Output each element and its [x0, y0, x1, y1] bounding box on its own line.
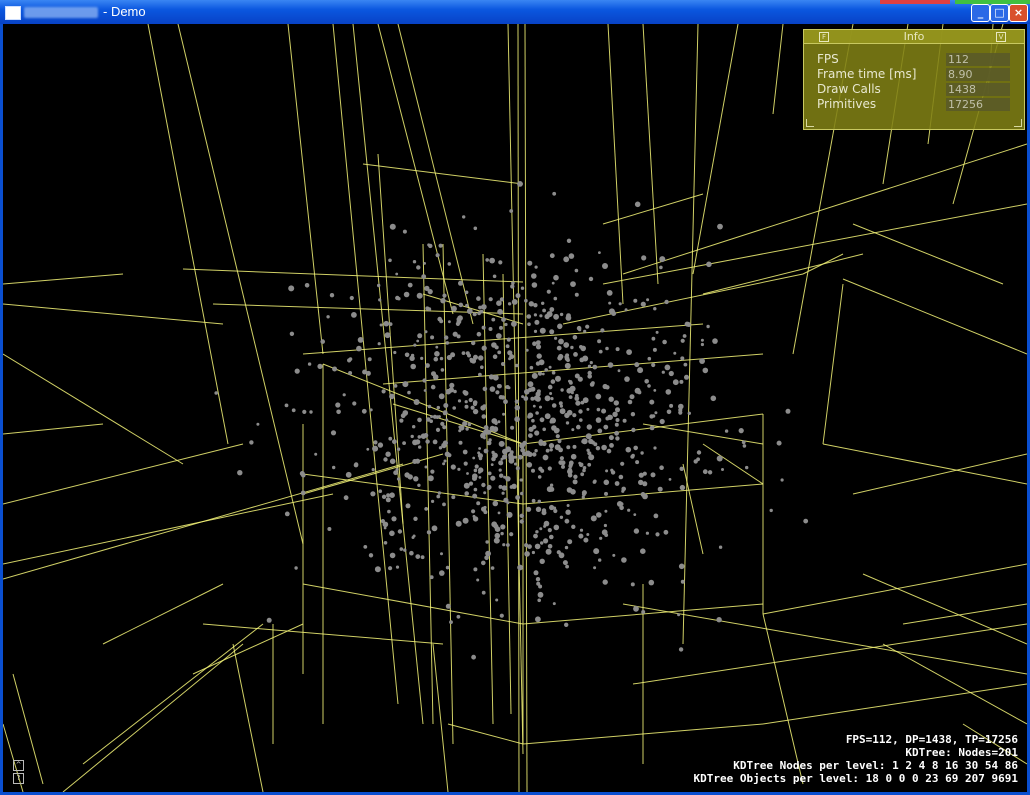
info-row-frame-time: Frame time [ms] 8.90: [817, 67, 1017, 82]
info-label: Frame time [ms]: [817, 67, 917, 81]
info-panel[interactable]: F Info V FPS 112 Frame time [ms] 8.90 Dr…: [803, 29, 1025, 130]
info-label: Primitives: [817, 97, 877, 111]
scroll-up-icon[interactable]: ^: [13, 760, 24, 771]
decorative-strip-red: [880, 0, 950, 4]
info-label: Draw Calls: [817, 82, 881, 96]
window-title: - Demo: [103, 4, 146, 19]
title-bar[interactable]: - Demo _ □ ×: [0, 0, 1030, 24]
redacted-app-name: [24, 7, 98, 18]
info-row-primitives: Primitives 17256: [817, 97, 1017, 112]
stats-nodes-per-level: KDTree Nodes per level: 1 2 4 8 16 30 54…: [733, 759, 1018, 772]
info-panel-header[interactable]: F Info V: [804, 30, 1024, 44]
app-icon: [5, 6, 21, 20]
help-icon[interactable]: ?: [13, 773, 24, 784]
info-label: FPS: [817, 52, 839, 66]
info-row-fps: FPS 112: [817, 52, 1017, 67]
info-value: 1438: [946, 83, 1010, 96]
resize-corner-bl[interactable]: [806, 119, 814, 127]
3d-viewport[interactable]: [3, 24, 1027, 792]
info-value: 17256: [946, 98, 1010, 111]
info-value: 112: [946, 53, 1010, 66]
close-button[interactable]: ×: [1009, 4, 1028, 22]
info-panel-collapse-button[interactable]: V: [996, 32, 1006, 42]
minimize-button[interactable]: _: [971, 4, 990, 22]
info-panel-title: Info: [903, 30, 925, 43]
resize-corner-br[interactable]: [1014, 119, 1022, 127]
stats-fps-line: FPS=112, DP=1438, TP=17256: [845, 733, 1018, 746]
maximize-button[interactable]: □: [990, 4, 1009, 22]
stats-objects-per-level: KDTree Objects per level: 18 0 0 0 23 69…: [693, 772, 1018, 785]
stats-kdtree-nodes: KDTree: Nodes=201: [905, 746, 1018, 759]
info-value: 8.90: [946, 68, 1010, 81]
info-row-draw-calls: Draw Calls 1438: [817, 82, 1017, 97]
